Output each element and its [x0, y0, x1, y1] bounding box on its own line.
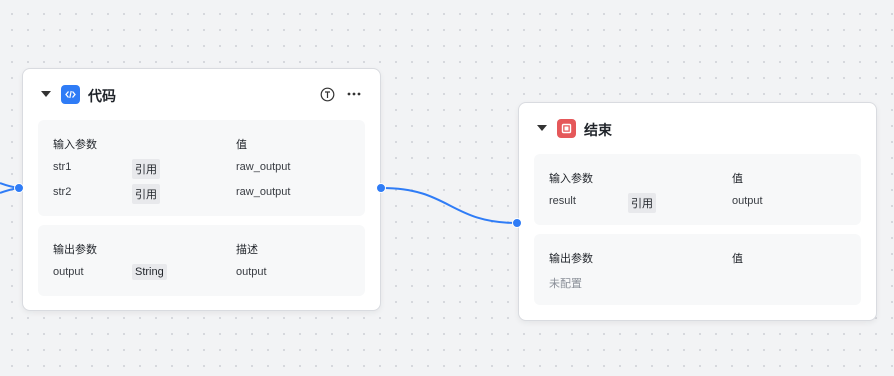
- more-options-icon[interactable]: [346, 86, 362, 102]
- collapse-caret-icon[interactable]: [41, 91, 51, 97]
- code-to-end-edge: [381, 187, 518, 224]
- output-params-heading: 输出参数: [549, 253, 593, 265]
- param-type-tag[interactable]: 引用: [628, 193, 656, 213]
- collapse-caret-icon[interactable]: [537, 125, 547, 131]
- end-input-params-section: 输入参数 值 result 引用 output: [534, 154, 861, 225]
- value-heading: 值: [236, 139, 247, 151]
- code-node-output-port[interactable]: [376, 183, 386, 193]
- input-params-heading: 输入参数: [549, 173, 593, 185]
- end-node-input-port[interactable]: [512, 218, 522, 228]
- not-configured-text: 未配置: [549, 278, 582, 290]
- code-node-input-port[interactable]: [14, 183, 24, 193]
- param-type-tag[interactable]: 引用: [132, 184, 160, 204]
- code-node-header[interactable]: 代码: [23, 69, 380, 121]
- node-title: 结束: [584, 122, 612, 138]
- output-type-tag[interactable]: String: [132, 264, 167, 280]
- param-value: output: [732, 195, 763, 207]
- param-name: result: [549, 195, 576, 207]
- output-name: output: [53, 266, 84, 278]
- value-heading: 值: [732, 253, 743, 265]
- end-output-params-section: 输出参数 值 未配置: [534, 234, 861, 305]
- description-heading: 描述: [236, 244, 258, 256]
- code-icon: [61, 85, 80, 104]
- code-output-params-section: 输出参数 描述 output String output: [38, 225, 365, 296]
- stop-icon: [557, 119, 576, 138]
- end-node[interactable]: 结束 输入参数 值 result 引用 output 输出参数 值 未配置: [518, 102, 877, 321]
- param-value: raw_output: [236, 186, 291, 198]
- param-value: raw_output: [236, 161, 291, 173]
- input-params-heading: 输入参数: [53, 139, 97, 151]
- text-mode-icon[interactable]: [319, 86, 335, 102]
- code-node[interactable]: 代码 输入参数 值 str1 引用 raw_output str2 引用 raw…: [22, 68, 381, 311]
- param-type-tag[interactable]: 引用: [132, 159, 160, 179]
- code-input-params-section: 输入参数 值 str1 引用 raw_output str2 引用 raw_ou…: [38, 120, 365, 216]
- output-description: output: [236, 266, 267, 278]
- param-name: str1: [53, 161, 72, 173]
- node-title: 代码: [88, 88, 116, 104]
- param-name: str2: [53, 186, 72, 198]
- value-heading: 值: [732, 173, 743, 185]
- output-params-heading: 输出参数: [53, 244, 97, 256]
- end-node-header[interactable]: 结束: [519, 103, 876, 155]
